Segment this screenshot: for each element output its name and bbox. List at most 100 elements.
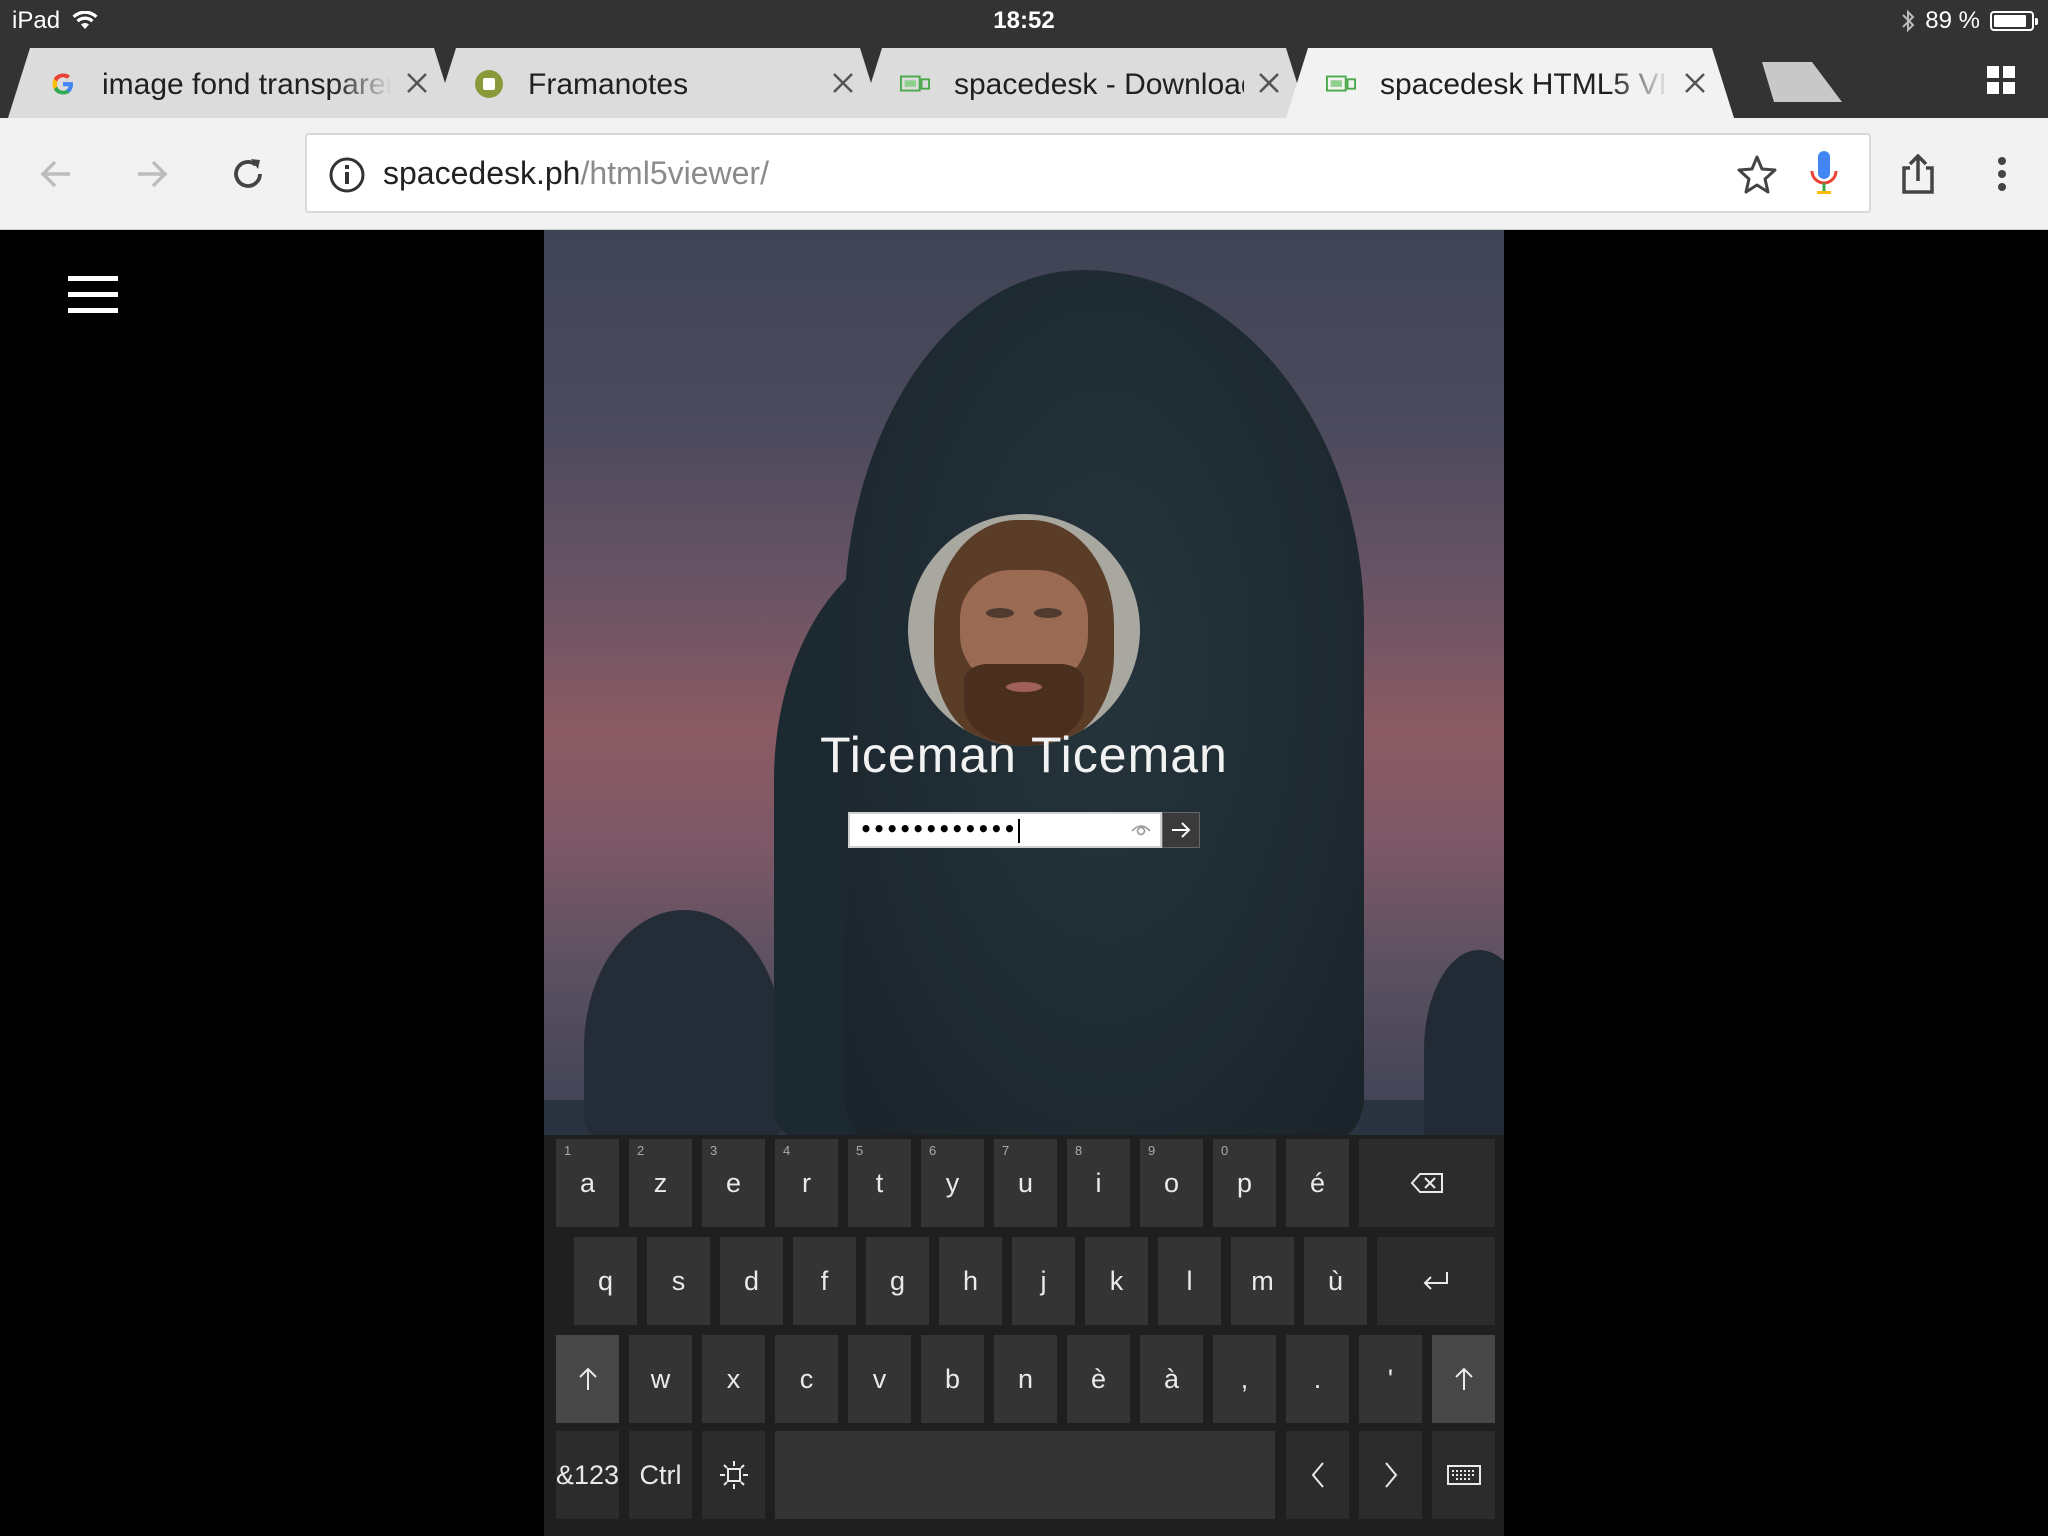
key-letter[interactable]: s <box>647 1237 710 1325</box>
new-tab-button[interactable] <box>1748 62 1842 102</box>
enter-icon <box>1423 1272 1448 1290</box>
key-letter[interactable]: k <box>1085 1237 1148 1325</box>
bluetooth-icon <box>1902 9 1915 33</box>
tab-framanotes[interactable]: Framanotes <box>434 48 882 118</box>
shift-key-left[interactable] <box>556 1335 619 1423</box>
key-label: d <box>743 1265 760 1296</box>
framanotes-icon <box>474 69 504 99</box>
key-letter[interactable]: e3 <box>702 1139 765 1227</box>
ctrl-key[interactable]: Ctrl <box>629 1431 692 1519</box>
key-letter[interactable]: c <box>775 1335 838 1423</box>
key-letter[interactable]: x <box>702 1335 765 1423</box>
key-number-hint: 9 <box>1148 1143 1156 1158</box>
more-menu-button[interactable] <box>1976 148 2028 200</box>
key-letter[interactable]: . <box>1286 1335 1349 1423</box>
key-label: b <box>944 1363 961 1394</box>
key-letter[interactable]: n <box>994 1335 1057 1423</box>
key-number-hint: 3 <box>710 1143 718 1158</box>
key-letter[interactable]: r4 <box>775 1139 838 1227</box>
spacedesk-viewer: Ticeman Ticeman •••••••••••• a1z2e3r4t5y… <box>0 230 2048 1536</box>
close-tab-icon[interactable] <box>400 66 434 100</box>
key-letter[interactable]: ' <box>1359 1335 1422 1423</box>
key-label: j <box>1040 1265 1047 1296</box>
key-label: t <box>875 1167 884 1198</box>
key-letter[interactable]: z2 <box>629 1139 692 1227</box>
keyboard-icon <box>1446 1465 1481 1485</box>
emoji-key[interactable] <box>702 1431 765 1519</box>
enter-key[interactable] <box>1377 1237 1495 1325</box>
key-letter[interactable]: u7 <box>994 1139 1057 1227</box>
key-letter[interactable]: h <box>939 1237 1002 1325</box>
symbols-key[interactable]: &123 <box>556 1431 619 1519</box>
key-letter[interactable]: , <box>1213 1335 1276 1423</box>
key-letter[interactable]: g <box>866 1237 929 1325</box>
cursor-left-key[interactable] <box>1286 1431 1349 1519</box>
key-letter[interactable]: p0 <box>1213 1139 1276 1227</box>
key-letter[interactable]: b <box>921 1335 984 1423</box>
key-letter[interactable]: à <box>1140 1335 1203 1423</box>
key-label: ' <box>1387 1363 1394 1394</box>
google-icon <box>48 69 78 99</box>
key-letter[interactable]: m <box>1231 1237 1294 1325</box>
shift-arrow-icon <box>578 1367 597 1390</box>
password-field[interactable]: •••••••••••• <box>848 812 1162 848</box>
key-letter[interactable]: i8 <box>1067 1139 1130 1227</box>
close-tab-icon[interactable] <box>1252 66 1286 100</box>
chevron-left-icon <box>1311 1462 1324 1488</box>
address-bar[interactable]: spacedesk.ph/html5viewer/ <box>305 133 1871 213</box>
key-letter[interactable]: a1 <box>556 1139 619 1227</box>
cursor-right-key[interactable] <box>1359 1431 1422 1519</box>
submit-password-button[interactable] <box>1162 812 1200 848</box>
password-mask: •••••••••••• <box>850 817 1020 843</box>
key-letter[interactable]: j <box>1012 1237 1075 1325</box>
key-letter[interactable]: o9 <box>1140 1139 1203 1227</box>
tab-spacedesk-viewer[interactable]: spacedesk HTML5 VIE <box>1286 48 1734 118</box>
user-name: Ticeman Ticeman <box>820 727 1228 783</box>
key-letter[interactable]: é <box>1286 1139 1349 1227</box>
kebab-menu-icon <box>1998 157 2006 191</box>
space-bar[interactable] <box>775 1431 1275 1519</box>
back-button[interactable] <box>30 148 82 200</box>
microphone-icon[interactable] <box>1807 149 1841 199</box>
touch-keyboard: a1z2e3r4t5y6u7i8o9p0éqsdfghjklmùwxcvbnèà… <box>544 1135 1504 1536</box>
keyboard-options-key[interactable] <box>1432 1431 1495 1519</box>
key-letter[interactable]: v <box>848 1335 911 1423</box>
forward-button[interactable] <box>126 148 178 200</box>
key-letter[interactable]: l <box>1158 1237 1221 1325</box>
hamburger-menu-icon[interactable] <box>68 276 118 314</box>
browser-toolbar: spacedesk.ph/html5viewer/ <box>0 118 2048 230</box>
key-letter[interactable]: ù <box>1304 1237 1367 1325</box>
reload-button[interactable] <box>222 148 274 200</box>
key-label: v <box>872 1363 887 1394</box>
key-label: Ctrl <box>639 1459 682 1490</box>
key-label: o <box>1163 1167 1180 1198</box>
key-letter[interactable]: d <box>720 1237 783 1325</box>
tab-spacedesk-download[interactable]: spacedesk - Download <box>860 48 1308 118</box>
key-label: x <box>726 1363 741 1394</box>
status-right: 89 % <box>1901 7 2038 35</box>
key-letter[interactable]: w <box>629 1335 692 1423</box>
key-letter[interactable]: è <box>1067 1335 1130 1423</box>
brightness-icon <box>719 1461 748 1489</box>
key-letter[interactable]: t5 <box>848 1139 911 1227</box>
tab-image-search[interactable]: image fond transparent <box>8 48 456 118</box>
spacedesk-icon <box>900 69 930 99</box>
key-letter[interactable]: q <box>574 1237 637 1325</box>
spacedesk-icon <box>1326 69 1356 99</box>
key-label: q <box>597 1265 614 1296</box>
info-icon[interactable] <box>327 155 367 195</box>
key-label: p <box>1236 1167 1253 1198</box>
tab-switcher-icon[interactable] <box>1985 64 2017 96</box>
close-tab-icon[interactable] <box>826 66 860 100</box>
backspace-key[interactable] <box>1359 1139 1495 1227</box>
key-label: n <box>1017 1363 1034 1394</box>
share-button[interactable] <box>1892 148 1944 200</box>
reveal-password-icon[interactable] <box>1130 820 1152 840</box>
close-tab-icon[interactable] <box>1678 66 1712 100</box>
bookmark-star-icon[interactable] <box>1735 153 1779 197</box>
key-letter[interactable]: y6 <box>921 1139 984 1227</box>
shift-key-right[interactable] <box>1432 1335 1495 1423</box>
remote-screen[interactable]: Ticeman Ticeman •••••••••••• a1z2e3r4t5y… <box>544 230 1504 1536</box>
key-label: g <box>889 1265 906 1296</box>
key-letter[interactable]: f <box>793 1237 856 1325</box>
